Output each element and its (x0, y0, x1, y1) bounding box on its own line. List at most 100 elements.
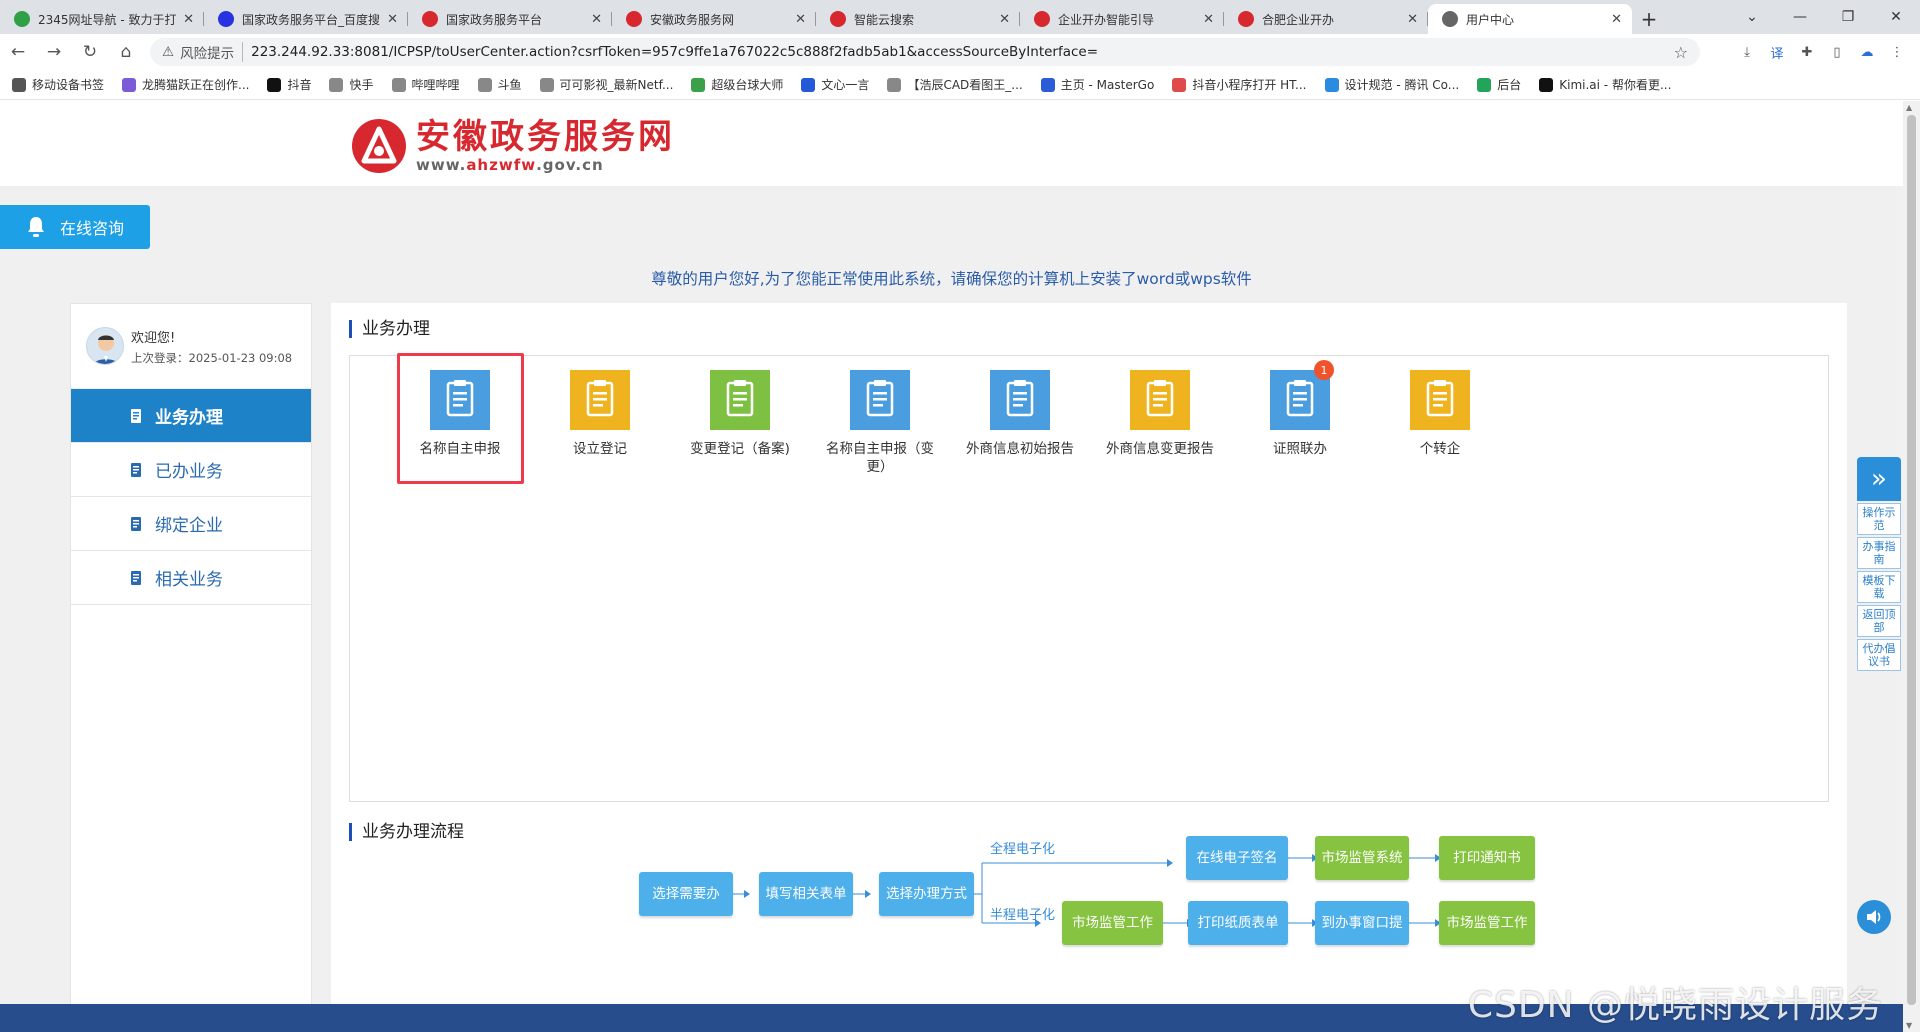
bookmark-label: 主页 - MasterGo (1060, 78, 1155, 92)
url-text[interactable]: 223.244.92.33:8081/ICPSP/toUserCenter.ac… (251, 44, 1098, 60)
translate-icon[interactable]: 译 (1762, 40, 1792, 64)
right-tool-button[interactable]: 返回顶部 (1857, 605, 1901, 637)
service-label: 外商信息初始报告 (966, 441, 1074, 457)
sidebar-menu-label: 绑定企业 (155, 516, 223, 536)
bookmark-item[interactable]: 后台 (1477, 76, 1521, 93)
bookmark-item[interactable]: 抖音 (267, 76, 311, 93)
bookmark-favicon-icon (329, 77, 344, 92)
download-icon[interactable]: ⤓ (1732, 40, 1762, 64)
sidebar-menu-item[interactable]: 相关业务 (71, 551, 311, 605)
right-tool-button[interactable]: 代办倡议书 (1857, 639, 1901, 671)
bookmark-favicon-icon (1172, 77, 1187, 92)
tab-close-icon[interactable]: ✕ (1407, 12, 1418, 27)
service-item[interactable]: 名称自主申报（变更） (820, 370, 940, 476)
bookmark-item[interactable]: 龙腾猫跃正在创作... (122, 76, 249, 93)
tab-close-icon[interactable]: ✕ (183, 12, 194, 27)
bookmark-item[interactable]: 移动设备书签 (12, 76, 104, 93)
browser-tab[interactable]: 用户中心 ✕ (1428, 4, 1632, 34)
flow-full-2: 市场监管系统 (1315, 836, 1409, 880)
browser-tab[interactable]: 国家政务服务平台_百度搜 ✕ (204, 4, 408, 34)
tab-close-icon[interactable]: ✕ (1611, 12, 1622, 27)
tab-favicon-icon (422, 11, 438, 27)
tab-close-icon[interactable]: ✕ (591, 12, 602, 27)
sidebar-menu-item[interactable]: 业务办理 (71, 389, 311, 443)
right-tool-button[interactable]: 办事指南 (1857, 537, 1901, 569)
restore-icon[interactable]: ❐ (1824, 0, 1872, 34)
bookmark-favicon-icon (539, 77, 554, 92)
service-label: 外商信息变更报告 (1106, 441, 1214, 457)
service-item[interactable]: 设立登记 (540, 370, 660, 458)
tab-close-icon[interactable]: ✕ (795, 12, 806, 27)
service-item[interactable]: 个转企 (1380, 370, 1500, 458)
bookmark-label: 抖音小程序打开 HT... (1192, 78, 1307, 92)
flow-step-3: 选择办理方式 (879, 872, 974, 916)
forward-icon[interactable]: → (36, 34, 72, 70)
bookmark-favicon-icon (1324, 77, 1339, 92)
scrollbar-thumb[interactable] (1907, 115, 1916, 1005)
bookmarks-bar: 移动设备书签 龙腾猫跃正在创作... 抖音 快手 哔哩哔哩 斗鱼 可可影视_最新Netf..… (0, 70, 1920, 100)
browser-tab[interactable]: 合肥企业开办 ✕ (1224, 4, 1428, 34)
building-form-icon (430, 370, 490, 430)
bookmark-item[interactable]: 可可影视_最新Netf... (539, 76, 673, 93)
tab-close-icon[interactable]: ✕ (387, 12, 398, 27)
tab-search-icon[interactable]: ⌄ (1728, 0, 1776, 34)
browser-tab[interactable]: 智能云搜索 ✕ (816, 4, 1020, 34)
bookmark-item[interactable]: Kimi.ai - 帮你看更... (1539, 76, 1671, 93)
collapse-toolbar-icon[interactable]: » (1857, 457, 1901, 501)
bookmark-item[interactable]: 抖音小程序打开 HT... (1172, 76, 1307, 93)
bookmark-item[interactable]: 超级台球大师 (691, 76, 783, 93)
service-item[interactable]: 1 证照联办 (1240, 360, 1360, 458)
bookmark-item[interactable]: 【浩辰CAD看图王_... (887, 76, 1023, 93)
minimize-icon[interactable]: — (1776, 0, 1824, 34)
service-label: 设立登记 (573, 441, 627, 457)
bookmark-item[interactable]: 快手 (329, 76, 374, 93)
flow-half-2: 打印纸质表单 (1188, 901, 1288, 945)
extensions-icon[interactable]: ✚ (1792, 40, 1822, 64)
account-icon[interactable]: ☁ (1852, 40, 1882, 64)
back-icon[interactable]: ← (0, 34, 36, 70)
menu-icon[interactable]: ⋮ (1882, 40, 1912, 64)
service-label: 名称自主申报 (419, 441, 501, 457)
service-item[interactable]: 变更登记（备案) (680, 370, 800, 458)
browser-tab[interactable]: 国家政务服务平台 ✕ (408, 4, 612, 34)
online-consult-button[interactable]: 在线咨询 (0, 205, 150, 249)
bookmark-item[interactable]: 哔哩哔哩 (391, 76, 460, 93)
accessibility-speaker-icon[interactable] (1857, 900, 1891, 934)
scroll-up-icon[interactable]: ▲ (1906, 103, 1912, 112)
right-tool-button[interactable]: 模板下载 (1857, 571, 1901, 603)
bookmark-item[interactable]: 设计规范 - 腾讯 Co... (1324, 76, 1459, 93)
bookmark-favicon-icon (1539, 77, 1554, 92)
site-logo[interactable]: 安徽政务服务网 www.ahzwfw.gov.cn (350, 117, 675, 175)
close-window-icon[interactable]: ✕ (1872, 0, 1920, 34)
bookmark-item[interactable]: 主页 - MasterGo (1040, 76, 1155, 93)
bookmark-label: 快手 (349, 78, 374, 92)
home-icon[interactable]: ⌂ (108, 34, 144, 70)
scroll-down-icon[interactable]: ▼ (1906, 1021, 1912, 1030)
service-item[interactable]: 外商信息初始报告 (960, 370, 1080, 458)
right-tool-button[interactable]: 操作示范 (1857, 503, 1901, 535)
sidebar-menu-item[interactable]: 已办业务 (71, 443, 311, 497)
browser-tab[interactable]: 安徽政务服务网 ✕ (612, 4, 816, 34)
branch-half-label: 半程电子化 (990, 908, 1056, 923)
new-tab-icon[interactable]: + (1632, 4, 1666, 34)
sidebar-menu-label: 已办业务 (155, 462, 223, 482)
browser-tab[interactable]: 企业开办智能引导 ✕ (1020, 4, 1224, 34)
bookmark-label: 龙腾猫跃正在创作... (142, 78, 250, 92)
tab-close-icon[interactable]: ✕ (999, 12, 1010, 27)
reload-icon[interactable]: ↻ (72, 34, 108, 70)
bookmark-star-icon[interactable]: ☆ (1674, 43, 1688, 62)
bookmark-item[interactable]: 斗鱼 (477, 76, 522, 93)
bookmark-label: 【浩辰CAD看图王_... (907, 78, 1023, 92)
service-item[interactable]: 名称自主申报 (400, 370, 520, 458)
bookmark-item[interactable]: 文心一言 (801, 76, 869, 93)
sidebar-menu-item[interactable]: 绑定企业 (71, 497, 311, 551)
address-bar[interactable]: ⚠ 风险提示 223.244.92.33:8081/ICPSP/toUserCe… (150, 38, 1700, 66)
service-item[interactable]: 外商信息变更报告 (1100, 370, 1220, 458)
sidebar-icon[interactable]: ▯ (1822, 40, 1852, 64)
flow-full-1: 在线电子签名 (1186, 836, 1288, 880)
page-scrollbar[interactable]: ▲ ▼ (1903, 101, 1920, 1032)
browser-tab[interactable]: 2345网址导航 - 致力于打 ✕ (0, 4, 204, 34)
tab-close-icon[interactable]: ✕ (1203, 12, 1214, 27)
service-label: 个转企 (1419, 441, 1461, 457)
bookmark-label: Kimi.ai - 帮你看更... (1559, 78, 1672, 92)
